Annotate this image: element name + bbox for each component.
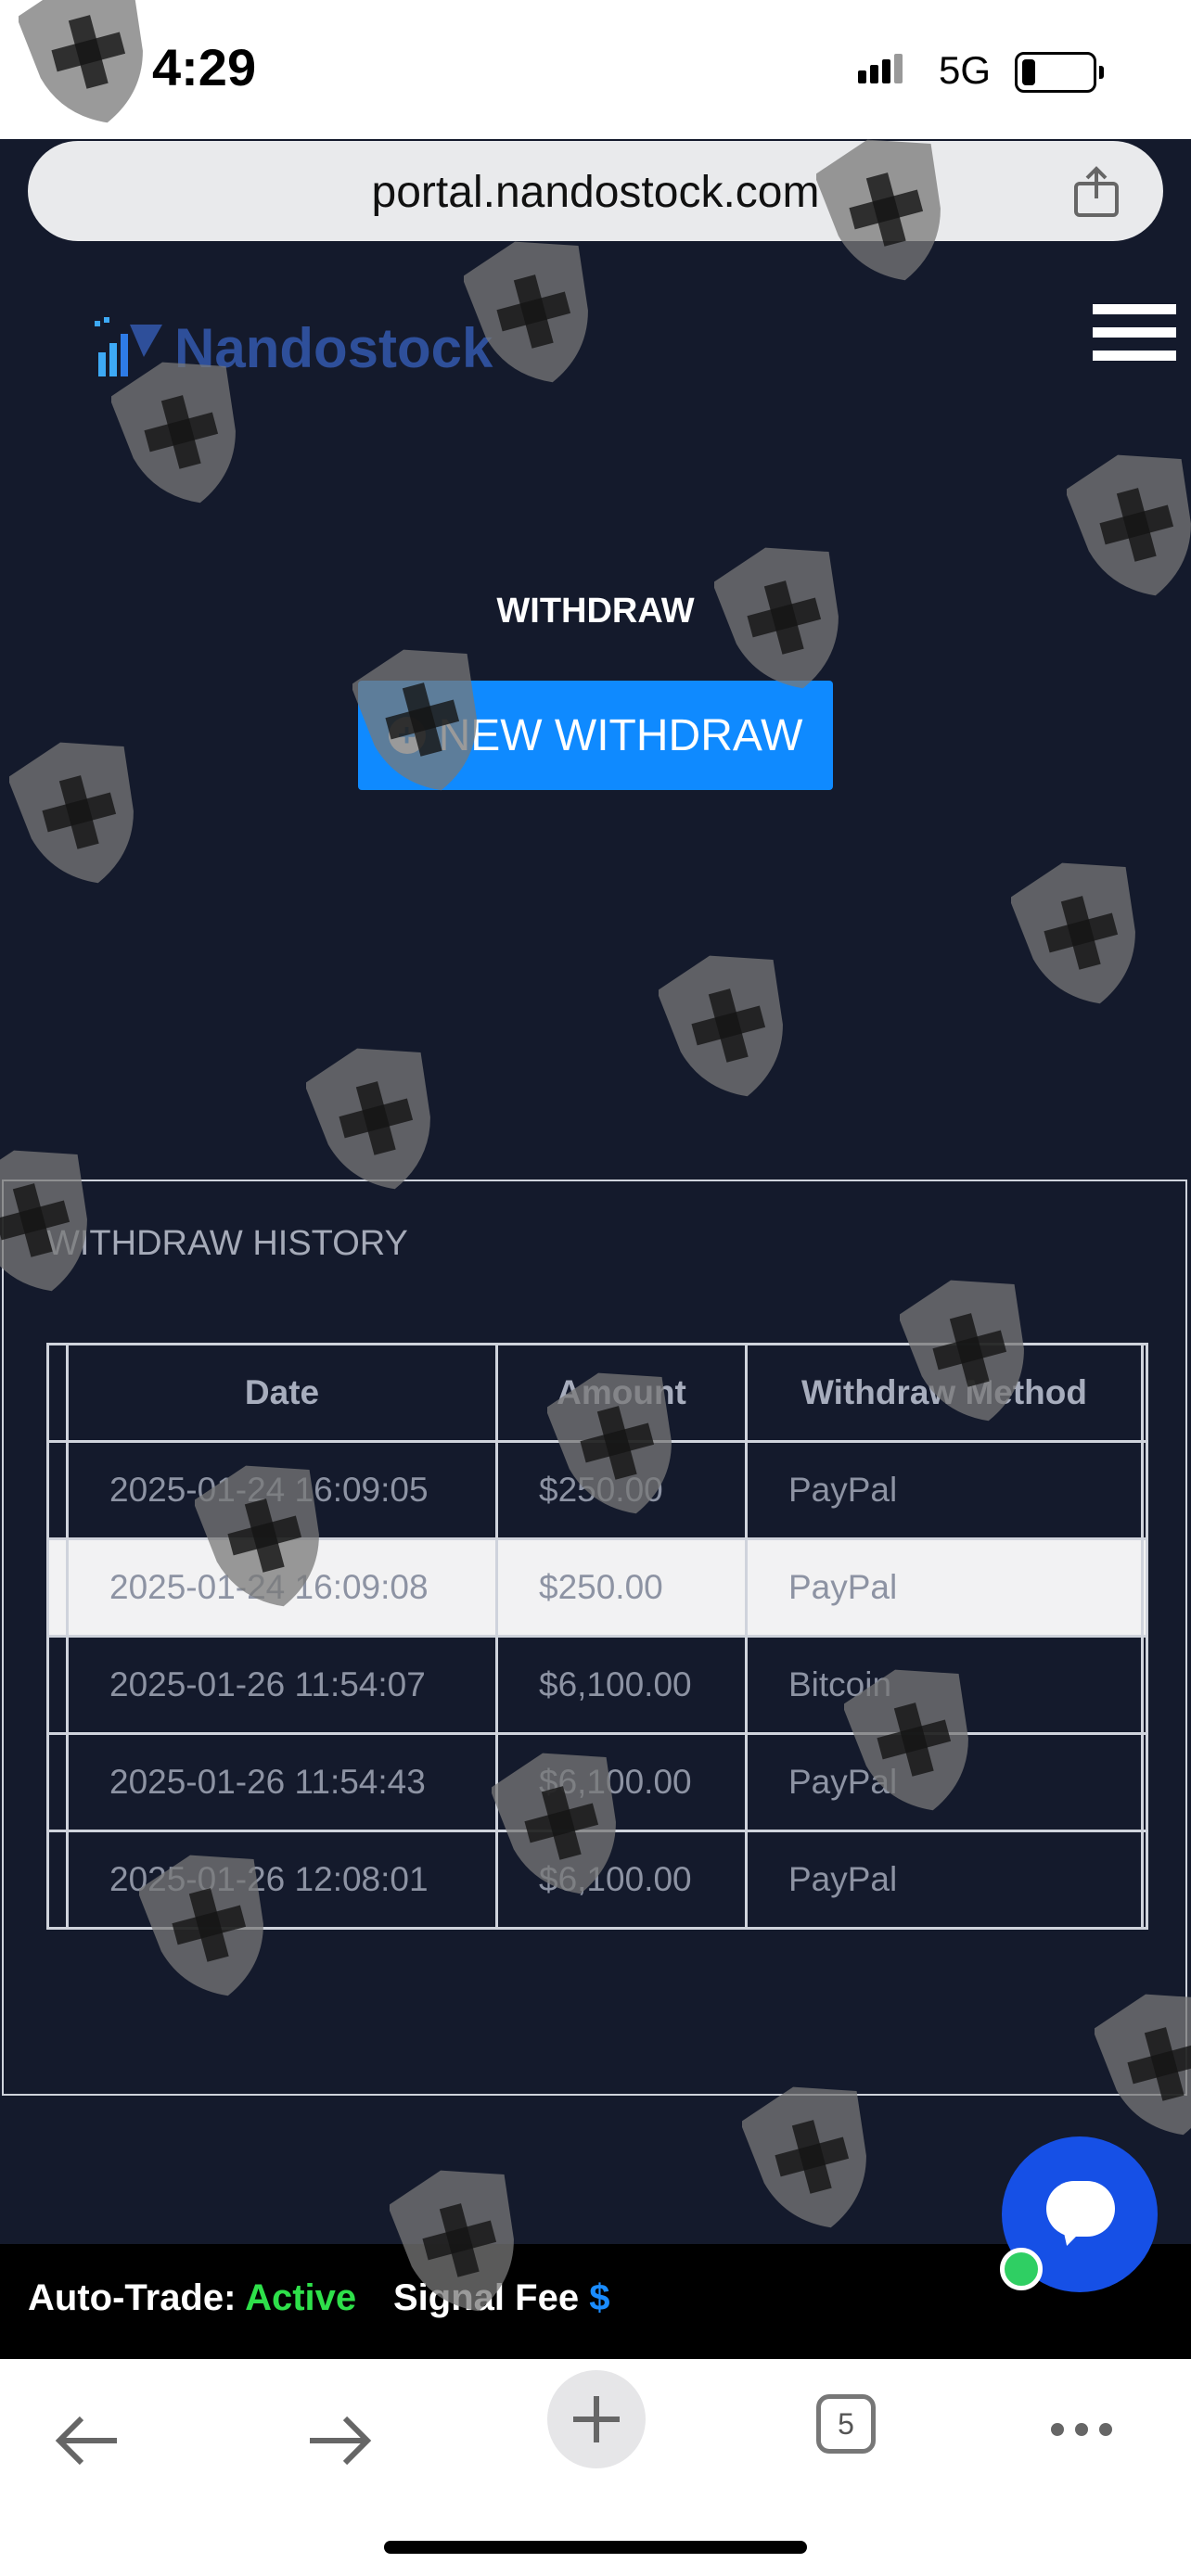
- table-row: 2025-01-26 11:54:43 $6,100.00 PayPal: [46, 1732, 1148, 1832]
- plus-icon: [573, 2396, 620, 2442]
- table-row: 2025-01-24 16:09:08 $250.00 PayPal: [46, 1537, 1148, 1638]
- signal-icon: [858, 54, 906, 83]
- signal-fee-label: Signal Fee: [393, 2277, 580, 2318]
- new-withdraw-button[interactable]: + NEW WITHDRAW: [358, 681, 833, 790]
- signal-fee-value: $: [589, 2277, 610, 2318]
- cell-date: 2025-01-24 16:09:08: [66, 1537, 498, 1638]
- cell-method: PayPal: [745, 1732, 1144, 1832]
- cell-method: PayPal: [745, 1537, 1144, 1638]
- table-row: 2025-01-26 12:08:01 $6,100.00 PayPal: [46, 1830, 1148, 1930]
- home-indicator: [384, 2541, 807, 2554]
- cell-date: 2025-01-24 16:09:05: [66, 1440, 498, 1540]
- logo-mark-icon: [95, 317, 162, 376]
- table-row: 2025-01-26 11:54:07 $6,100.00 Bitcoin: [46, 1635, 1148, 1735]
- page-title: WITHDRAW: [496, 592, 695, 631]
- hamburger-menu-icon[interactable]: [1093, 304, 1176, 371]
- plus-circle-icon: +: [388, 717, 426, 754]
- column-header-method: Withdraw Method: [745, 1343, 1144, 1443]
- tab-switcher-button[interactable]: 5: [816, 2394, 876, 2454]
- battery-icon: [1015, 52, 1104, 93]
- url-text: portal.nandostock.com: [371, 168, 820, 217]
- auto-trade-value: Active: [245, 2277, 357, 2318]
- cell-amount: $250.00: [495, 1537, 748, 1638]
- address-bar[interactable]: portal.nandostock.com: [28, 141, 1163, 241]
- brand-logo[interactable]: Nandostock: [93, 315, 493, 380]
- cell-amount: $6,100.00: [495, 1830, 748, 1930]
- auto-trade-status: Auto-Trade: Active: [28, 2277, 356, 2319]
- signal-fee: Signal Fee $: [393, 2277, 609, 2319]
- chat-bubble-icon: [1046, 2181, 1115, 2237]
- column-header-date: Date: [66, 1343, 498, 1443]
- cell-amount: $6,100.00: [495, 1635, 748, 1735]
- share-icon[interactable]: [1070, 165, 1122, 219]
- cell-method: PayPal: [745, 1830, 1144, 1930]
- table-row: 2025-01-24 16:09:05 $250.00 PayPal: [46, 1440, 1148, 1540]
- online-indicator: [1000, 2248, 1043, 2290]
- forward-arrow-icon[interactable]: [306, 2415, 373, 2467]
- cell-date: 2025-01-26 12:08:01: [66, 1830, 498, 1930]
- column-header-amount: Amount: [495, 1343, 748, 1443]
- cell-date: 2025-01-26 11:54:07: [66, 1635, 498, 1735]
- cell-amount: $250.00: [495, 1440, 748, 1540]
- history-title: WITHDRAW HISTORY: [46, 1224, 408, 1263]
- status-time: 4:29: [152, 38, 257, 96]
- cell-method: PayPal: [745, 1440, 1144, 1540]
- new-withdraw-label: NEW WITHDRAW: [438, 710, 803, 760]
- withdraw-history-panel: WITHDRAW HISTORY Date Amount Withdraw Me…: [2, 1180, 1187, 2096]
- status-bar: 4:29 5G portal.nandostock.com: [0, 0, 1191, 241]
- more-options-icon[interactable]: [1048, 2420, 1115, 2439]
- new-tab-button[interactable]: [547, 2370, 646, 2468]
- auto-trade-label: Auto-Trade:: [28, 2277, 237, 2318]
- cell-date: 2025-01-26 11:54:43: [66, 1732, 498, 1832]
- withdraw-history-table: Date Amount Withdraw Method 2025-01-24 1…: [46, 1343, 1148, 1930]
- cell-amount: $6,100.00: [495, 1732, 748, 1832]
- table-header-row: Date Amount Withdraw Method: [46, 1343, 1148, 1443]
- cell-method: Bitcoin: [745, 1635, 1144, 1735]
- network-label: 5G: [939, 48, 992, 92]
- back-arrow-icon[interactable]: [54, 2415, 121, 2467]
- brand-name: Nandostock: [174, 316, 493, 379]
